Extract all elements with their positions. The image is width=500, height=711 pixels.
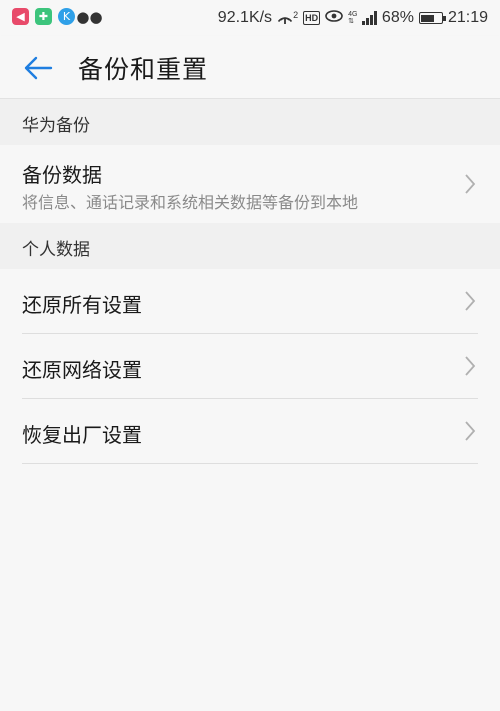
battery-icon [418, 12, 446, 24]
section-header-personal-data: 个人数据 [0, 223, 500, 269]
section-header-huawei-backup: 华为备份 [0, 99, 500, 145]
divider [22, 463, 478, 464]
signal-strength-icon [362, 11, 377, 25]
hotspot-count: 2 [293, 10, 299, 20]
app-bar: 备份和重置 [0, 36, 500, 99]
reset-network-settings-item[interactable]: 还原网络设置 [0, 334, 500, 398]
signal-type-label: 4G ⇅ [348, 11, 358, 25]
network-speed: 92.1K/s [217, 9, 273, 26]
status-bar: ◀ ✚ K ●● 92.1K/s 2 HD 4G ⇅ 68% 21:19 [0, 0, 500, 36]
backup-data-item[interactable]: 备份数据 将信息、通话记录和系统相关数据等备份到本地 [0, 145, 500, 223]
app-notification-icon: ✚ [35, 8, 52, 25]
factory-reset-item[interactable]: 恢复出厂设置 [0, 399, 500, 463]
section-title: 华为备份 [22, 116, 90, 136]
item-title: 恢复出厂设置 [22, 423, 142, 447]
item-title: 还原所有设置 [22, 293, 142, 317]
eye-comfort-icon [325, 9, 343, 27]
item-title: 备份数据 [22, 163, 102, 187]
status-indicators: 92.1K/s 2 HD 4G ⇅ 68% 21:19 [218, 6, 488, 30]
item-subtitle: 将信息、通话记录和系统相关数据等备份到本地 [22, 193, 359, 212]
wechat-icon: ●● [76, 7, 103, 26]
page-title: 备份和重置 [78, 55, 209, 84]
hotspot-icon: 2 [277, 11, 298, 25]
chevron-right-icon [465, 356, 476, 376]
clock: 21:19 [447, 9, 488, 26]
back-button[interactable] [16, 46, 60, 90]
section-title: 个人数据 [22, 240, 90, 260]
back-arrow-icon [24, 56, 53, 80]
chevron-right-icon [465, 291, 476, 311]
hd-icon: HD [303, 11, 321, 25]
chevron-right-icon [465, 421, 476, 441]
notification-icons: ◀ ✚ K ●● [12, 7, 103, 26]
app-notification-icon: K [58, 8, 75, 25]
item-title: 还原网络设置 [22, 358, 142, 382]
reset-all-settings-item[interactable]: 还原所有设置 [0, 269, 500, 333]
app-notification-icon: ◀ [12, 8, 29, 25]
chevron-right-icon [465, 174, 476, 194]
battery-percent: 68% [381, 9, 414, 26]
